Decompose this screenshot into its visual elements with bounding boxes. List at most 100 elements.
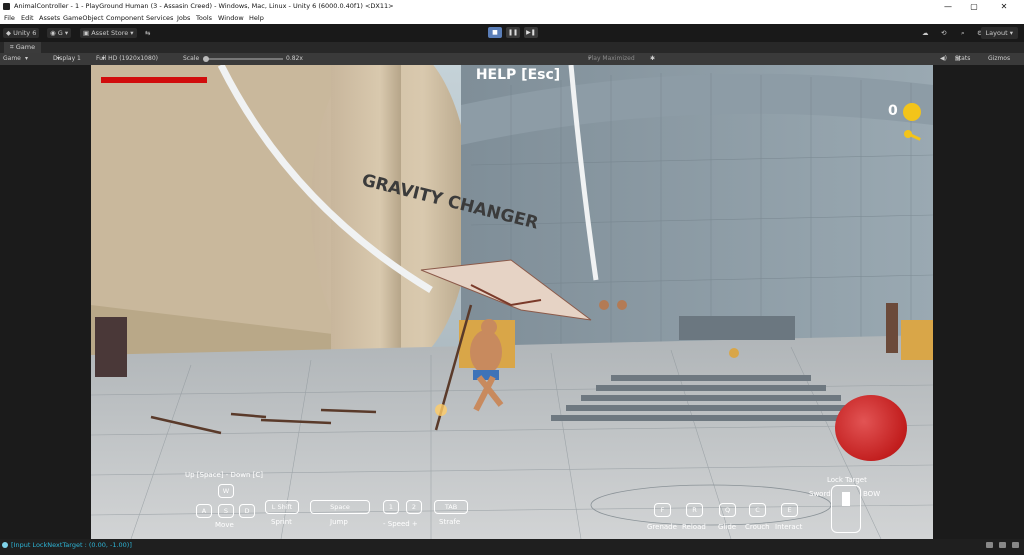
tab-game[interactable]: ⌗ Game (4, 42, 42, 53)
step-button[interactable]: ▶❚ (524, 27, 538, 38)
label-sword: Sword (809, 490, 831, 498)
chevron-down-icon: ▾ (57, 55, 61, 62)
menu-assets[interactable]: Assets (39, 13, 60, 24)
main-toolbar: ◆ Unity 6 ◉ G ▾ ▣ Asset Store ▾ ⇆ ■ ❚❚ ▶… (0, 24, 1024, 42)
label-grenade: Grenade (647, 523, 677, 531)
unity-app-icon (3, 3, 10, 10)
scale-slider-handle[interactable] (203, 56, 209, 62)
info-icon (2, 542, 8, 548)
pause-button[interactable]: ❚❚ (506, 27, 520, 38)
store-icon: ▣ (83, 29, 92, 37)
key-r: R (686, 503, 703, 517)
asset-store-label: Asset Store (91, 29, 129, 37)
letterbox-right (933, 65, 1024, 539)
progress-icon[interactable] (999, 542, 1006, 548)
console-status-bar[interactable]: [Input LockNextTarget : (0.00, -1.00)] (0, 539, 1024, 555)
notifications-icon[interactable] (1012, 542, 1019, 548)
chevron-down-icon: ▾ (128, 29, 134, 37)
label-glide: Glide (718, 523, 737, 531)
scale-value: 0.82x (286, 55, 303, 62)
view-tabbar: ⌗ Game (0, 42, 1024, 53)
coin-icon (903, 103, 921, 121)
window-titlebar: AnimalController - 1 - PlayGround Human … (0, 0, 1024, 13)
console-message: [Input LockNextTarget : (0.00, -1.00)] (11, 541, 132, 549)
menu-component[interactable]: Component (106, 13, 144, 24)
account-button[interactable]: ◉ G ▾ (47, 28, 72, 38)
health-bar (101, 77, 207, 83)
chevron-down-icon: ▾ (1007, 29, 1013, 37)
gizmos-toggle[interactable]: Gizmos (988, 53, 1010, 65)
mouse-icon (831, 485, 861, 533)
history-icon[interactable]: ⟲ (941, 28, 946, 38)
key-a: A (196, 504, 212, 518)
resolution-label: Full HD (1920x1080) (96, 55, 158, 62)
game-view-toolbar: Game ▾ Display 1 ▾ Full HD (1920x1080) ▾ Sc… (0, 53, 1024, 65)
cloud-icon[interactable]: ☁ (922, 28, 929, 38)
key-space: Space (310, 500, 370, 514)
stats-label: Stats (955, 55, 971, 62)
menu-edit[interactable]: Edit (21, 13, 34, 24)
scale-label: Scale (183, 55, 200, 62)
label-crouch: Crouch (745, 523, 770, 531)
chevron-down-icon: ▾ (588, 55, 592, 62)
minimize-button[interactable]: — (936, 0, 960, 13)
chevron-down-icon: ▾ (25, 55, 29, 62)
letterbox-left (0, 65, 91, 539)
bug-icon[interactable]: ✱ (650, 53, 655, 65)
menu-help[interactable]: Help (249, 13, 264, 24)
key-s: S (218, 504, 234, 518)
label-lock-target: Lock Target (827, 476, 867, 484)
up-down-hint: Up [Space] - Down [C] (185, 471, 263, 479)
key-2: 2 (406, 500, 422, 514)
key-f: F (654, 503, 671, 517)
audio-icon[interactable]: ◀) (940, 53, 947, 65)
label-move: Move (215, 521, 234, 529)
key-icon (904, 130, 921, 141)
maximize-button[interactable]: ▢ (962, 0, 986, 13)
game-viewport[interactable]: GRAVITY CHANGER HELP [Esc] 0 Up [Space] … (91, 65, 933, 539)
coin-count: 0 (888, 103, 898, 119)
menu-services[interactable]: Services (146, 13, 173, 24)
label-bow: BOW (863, 490, 881, 498)
play-button[interactable]: ■ (488, 27, 502, 38)
unity-account-button[interactable]: ◆ Unity 6 (3, 28, 40, 38)
layout-label: Layout (985, 29, 1008, 37)
version-control-icon[interactable]: ⇆ (145, 28, 150, 38)
key-c: C (749, 503, 766, 517)
key-1: 1 (383, 500, 399, 514)
console-icon[interactable] (986, 542, 993, 548)
help-hint: HELP [Esc] (475, 67, 561, 83)
label-jump: Jump (330, 518, 348, 526)
menu-tools[interactable]: Tools (196, 13, 212, 24)
label-sprint: Sprint (271, 518, 292, 526)
view-label: Game (3, 55, 21, 62)
menu-bar: File Edit Assets GameObject Component Se… (0, 13, 1024, 24)
unity-label: Unity 6 (13, 29, 37, 37)
search-icon[interactable]: ⌕ (961, 28, 965, 38)
scale-slider-track[interactable] (205, 58, 283, 60)
account-icon: ◉ (50, 29, 58, 37)
label-interact: Interact (775, 523, 803, 531)
label-reload: Reload (682, 523, 706, 531)
key-w: W (218, 484, 234, 498)
key-q: Q (719, 503, 736, 517)
scene-render: GRAVITY CHANGER (91, 65, 933, 539)
key-d: D (239, 504, 255, 518)
menu-jobs[interactable]: Jobs (177, 13, 190, 24)
asset-store-button[interactable]: ▣ Asset Store ▾ (80, 28, 137, 38)
chevron-down-icon: ▾ (62, 29, 69, 37)
key-tab: TAB (434, 500, 468, 514)
tab-game-label: Game (15, 43, 36, 51)
close-button[interactable]: ✕ (992, 0, 1016, 13)
menu-gameobject[interactable]: GameObject (63, 13, 104, 24)
lock-target-ball (835, 395, 907, 461)
chevron-down-icon: ▾ (102, 55, 106, 62)
label-speed: - Speed + (383, 520, 418, 528)
menu-window[interactable]: Window (218, 13, 244, 24)
play-mode-label: Play Maximized (588, 55, 635, 62)
menu-file[interactable]: File (4, 13, 15, 24)
key-e: E (781, 503, 798, 517)
layout-dropdown[interactable]: Layout ▾ (980, 27, 1018, 39)
window-title: AnimalController - 1 - PlayGround Human … (14, 2, 394, 10)
key-left-shift: L Shift (265, 500, 299, 514)
